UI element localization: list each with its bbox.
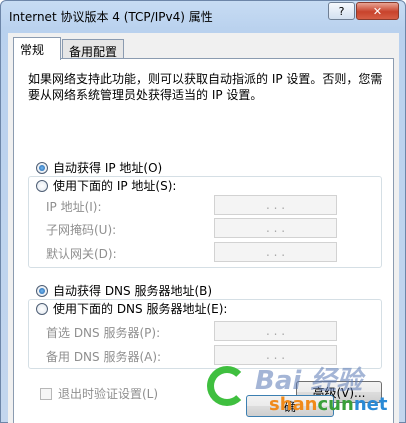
preferred-dns-input[interactable]: . . . [214,321,337,341]
help-button[interactable]: ? [328,2,355,20]
auto-dns-radio[interactable] [36,284,48,297]
subnet-mask-input[interactable]: . . . [214,218,337,238]
validate-option[interactable]: 退出时验证设置(L) [40,385,158,402]
alternate-dns-input[interactable]: . . . [214,345,337,365]
manual-ip-radio[interactable] [36,179,48,192]
manual-ip-option[interactable]: 使用下面的 IP 地址(S): [36,177,181,194]
validate-checkbox[interactable] [40,387,52,400]
close-button[interactable]: ✕ [356,2,399,20]
auto-ip-radio[interactable] [36,161,48,174]
description-text: 如果网络支持此功能，则可以获取自动指派的 IP 设置。否则，您需要从网络系统管理… [28,72,383,102]
tab-general[interactable]: 常规 [13,37,61,60]
dialog-window: Internet 协议版本 4 (TCP/IPv4) 属性 ? ✕ 常规 备用配… [0,0,406,423]
auto-dns-label: 自动获得 DNS 服务器地址(B) [53,284,213,298]
preferred-dns-label: 首选 DNS 服务器(P): [46,326,161,340]
ok-button[interactable]: 确 [246,395,334,417]
ip-address-input[interactable]: . . . [214,195,337,215]
ip-address-label: IP 地址(I): [46,200,102,214]
validate-label: 退出时验证设置(L) [58,387,159,401]
tab-panel-general: 如果网络支持此功能，则可以获取自动指派的 IP 设置。否则，您需要从网络系统管理… [13,58,394,423]
help-icon: ? [338,4,345,18]
alternate-dns-label: 备用 DNS 服务器(A): [46,350,162,364]
subnet-mask-label: 子网掩码(U): [46,223,117,237]
auto-ip-label: 自动获得 IP 地址(O) [53,161,163,175]
tab-alternate-config[interactable]: 备用配置 [62,39,124,59]
manual-dns-radio[interactable] [36,302,48,315]
default-gateway-input[interactable]: . . . [214,242,337,262]
title-bar[interactable]: Internet 协议版本 4 (TCP/IPv4) 属性 ? ✕ [1,1,405,31]
auto-dns-option[interactable]: 自动获得 DNS 服务器地址(B) [36,282,212,299]
manual-dns-label: 使用下面的 DNS 服务器地址(E): [53,302,228,316]
manual-dns-option[interactable]: 使用下面的 DNS 服务器地址(E): [36,300,232,317]
close-icon: ✕ [372,4,383,18]
default-gateway-label: 默认网关(D): [46,247,117,261]
auto-ip-option[interactable]: 自动获得 IP 地址(O) [36,159,162,176]
dialog-client: 常规 备用配置 如果网络支持此功能，则可以获取自动指派的 IP 设置。否则，您需… [8,33,399,423]
window-title: Internet 协议版本 4 (TCP/IPv4) 属性 [9,10,213,24]
manual-ip-label: 使用下面的 IP 地址(S): [53,179,177,193]
